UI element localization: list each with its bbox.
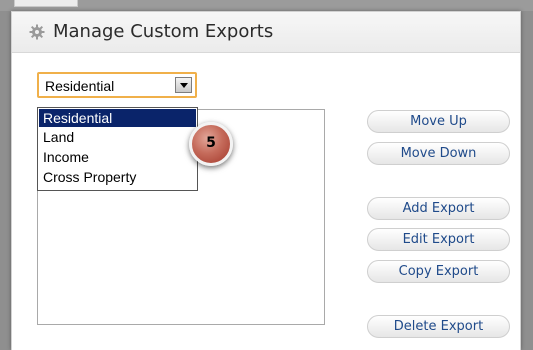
edit-export-button[interactable]: Edit Export [367,228,510,251]
page-title: Manage Custom Exports [53,21,274,42]
dropdown-option-income[interactable]: Income [39,148,196,166]
delete-export-button[interactable]: Delete Export [367,315,510,338]
move-down-button[interactable]: Move Down [367,142,510,165]
add-export-button[interactable]: Add Export [367,197,510,220]
manage-exports-panel: Manage Custom Exports Residential Reside… [11,11,521,350]
panel-header: Manage Custom Exports [12,12,520,53]
gear-icon [29,24,45,40]
top-strip [0,0,533,11]
chevron-down-icon[interactable] [175,77,192,93]
move-up-button[interactable]: Move Up [367,110,510,133]
top-tab[interactable] [14,0,78,7]
export-type-select-value: Residential [45,78,115,94]
export-type-dropdown-list[interactable]: Residential Land Income Cross Property [37,107,198,191]
copy-export-button[interactable]: Copy Export [367,260,510,283]
export-type-select[interactable]: Residential [37,72,197,98]
dropdown-option-land[interactable]: Land [39,128,196,146]
step-callout-number: 5 [206,135,216,151]
step-callout-badge: 5 [189,122,233,166]
dropdown-option-cross-property[interactable]: Cross Property [39,168,196,186]
dropdown-option-residential[interactable]: Residential [39,109,196,127]
